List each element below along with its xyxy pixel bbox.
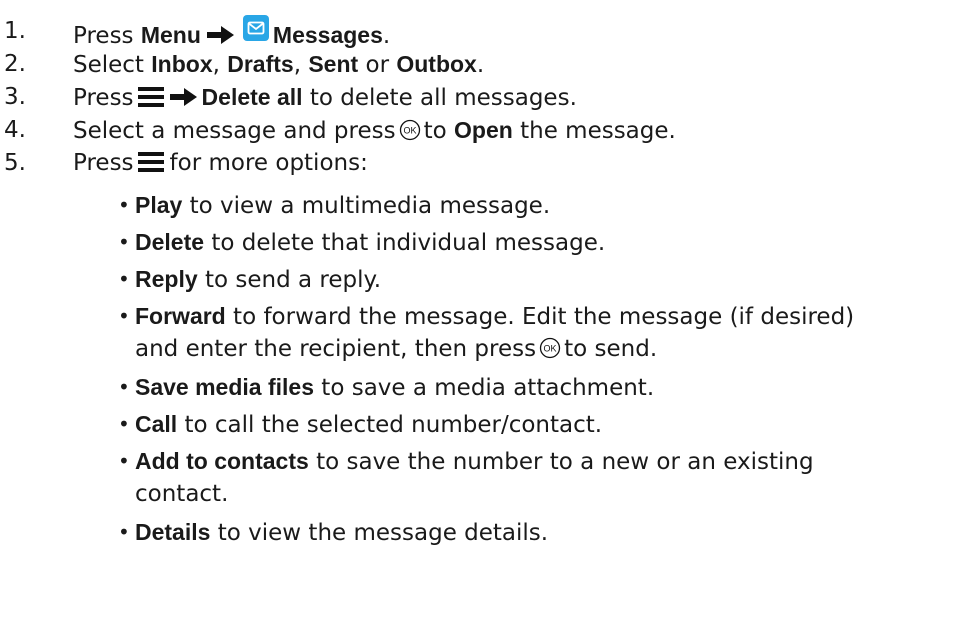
step-text: Select a message and press OK to Open the … xyxy=(73,114,676,151)
connector-word: to xyxy=(423,118,447,144)
punctuation: , xyxy=(293,52,302,78)
option-description: to send a reply. xyxy=(197,267,382,293)
bullet-marker: • xyxy=(118,230,130,254)
ok-key-icon: OK xyxy=(399,118,421,151)
option-description: to call the selected number/contact. xyxy=(177,412,603,438)
step-number: 4. xyxy=(4,117,26,143)
bullet-marker: • xyxy=(118,449,130,473)
step-text: Press Delete all to delete all messages. xyxy=(73,81,577,118)
open-label: Open xyxy=(454,117,513,143)
option-name: Reply xyxy=(135,266,198,292)
bullet-marker: • xyxy=(118,304,130,328)
step-word: Select xyxy=(73,52,144,78)
hamburger-menu-icon xyxy=(137,150,164,183)
step-rest-text: Select a message and press xyxy=(73,118,396,144)
step-rest-text: the message. xyxy=(520,118,676,144)
step-word: Press xyxy=(73,85,134,111)
option-text: and enter the recipient, then press OK to … xyxy=(135,333,657,369)
option-name: Save media files xyxy=(135,374,314,400)
ok-key-icon: OK xyxy=(539,336,561,369)
bullet-marker: • xyxy=(118,267,130,291)
step-number: 2. xyxy=(4,51,26,77)
step-rest-text: for more options: xyxy=(169,150,368,176)
option-description: to save a media attachment. xyxy=(314,375,655,401)
option-name: Add to contacts xyxy=(135,448,309,474)
instruction-document: 1. Press Menu Messages. 2. Select Inbox, … xyxy=(0,0,958,619)
option-description: to save the number to a new or an existi… xyxy=(308,449,814,475)
option-name: Play xyxy=(135,192,183,218)
option-text: Call to call the selected number/contact… xyxy=(135,408,602,442)
svg-text:OK: OK xyxy=(403,126,416,136)
option-name: Forward xyxy=(135,303,226,329)
menu-label: Menu xyxy=(140,22,201,48)
punctuation: . xyxy=(476,52,485,78)
option-description: to view a multimedia message. xyxy=(182,193,551,219)
bullet-marker: • xyxy=(118,412,130,436)
option-text: Play to view a multimedia message. xyxy=(135,189,550,223)
option-text: Details to view the message details. xyxy=(135,516,548,550)
step-text: Select Inbox, Drafts, Sent or Outbox. xyxy=(73,48,484,82)
bullet-marker: • xyxy=(118,520,130,544)
option-text: Reply to send a reply. xyxy=(135,263,381,297)
bullet-marker: • xyxy=(118,193,130,217)
punctuation: . xyxy=(382,23,391,49)
delete-all-label: Delete all xyxy=(201,84,303,110)
option-description: to delete that individual message. xyxy=(204,230,606,256)
option-text: Delete to delete that individual message… xyxy=(135,226,605,260)
step-word: Press xyxy=(73,23,134,49)
option-text: Add to contacts to save the number to a … xyxy=(135,445,814,479)
option-name: Call xyxy=(135,411,178,437)
drafts-label: Drafts xyxy=(227,51,294,77)
step-text: Press for more options: xyxy=(73,147,368,183)
step-word: Press xyxy=(73,150,134,176)
option-description: to view the message details. xyxy=(210,520,549,546)
bullet-marker: • xyxy=(118,375,130,399)
option-text: Forward to forward the message. Edit the… xyxy=(135,300,854,334)
sent-label: Sent xyxy=(308,51,359,77)
messages-label: Messages xyxy=(272,22,383,48)
envelope-app-icon xyxy=(242,15,269,51)
option-name: Details xyxy=(135,519,211,545)
connector-word: or xyxy=(365,52,390,78)
step-number: 5. xyxy=(4,150,26,176)
svg-text:OK: OK xyxy=(544,344,557,354)
option-description: to send. xyxy=(564,336,658,362)
option-description: contact. xyxy=(135,481,229,507)
step-number: 1. xyxy=(4,18,26,44)
inbox-label: Inbox xyxy=(151,51,213,77)
step-rest-text: to delete all messages. xyxy=(309,85,577,111)
option-name: Delete xyxy=(135,229,205,255)
outbox-label: Outbox xyxy=(396,51,477,77)
punctuation: , xyxy=(212,52,220,78)
option-text: Save media files to save a media attachm… xyxy=(135,371,654,405)
option-description: and enter the recipient, then press xyxy=(135,336,537,362)
step-number: 3. xyxy=(4,84,26,110)
option-description: to forward the message. Edit the message… xyxy=(225,304,855,330)
